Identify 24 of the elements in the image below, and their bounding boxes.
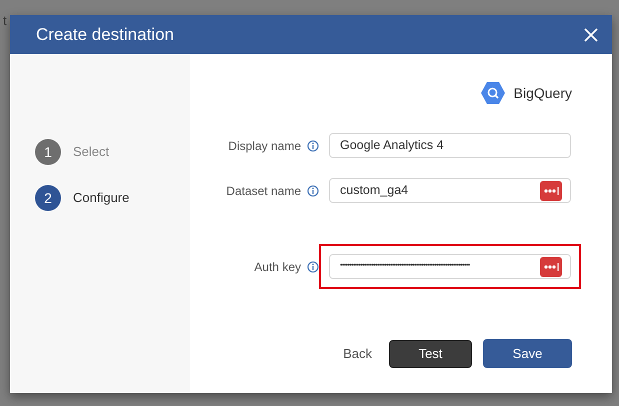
step-label: Select	[73, 143, 110, 162]
input-field[interactable]: custom_ga4	[329, 178, 571, 203]
dialog-title: Create destination	[36, 24, 174, 46]
field-label: Auth key	[254, 258, 301, 276]
field-label: Dataset name	[226, 182, 301, 200]
close-icon[interactable]	[584, 28, 598, 42]
background-text: t	[3, 14, 7, 28]
step-label: Configure	[73, 189, 130, 208]
input-field[interactable]: Google Analytics 4	[329, 133, 571, 158]
field-value: custom_ga4	[340, 182, 410, 200]
action-button[interactable]: Test	[389, 340, 472, 368]
back-link[interactable]: Back	[341, 344, 374, 364]
hexagon-magnifier-icon	[480, 81, 506, 105]
step-number: 1	[35, 139, 61, 165]
field-label: Display name	[228, 138, 301, 154]
action-button[interactable]: Save	[483, 339, 572, 368]
info-icon[interactable]	[307, 140, 319, 152]
step-number: 2	[35, 185, 61, 211]
info-icon[interactable]	[307, 184, 319, 196]
password-manager-icon[interactable]	[540, 180, 562, 200]
field-value: Google Analytics 4	[340, 137, 445, 154]
password-manager-icon[interactable]	[540, 256, 562, 276]
info-icon[interactable]	[307, 260, 319, 272]
destination-name: BigQuery	[514, 84, 572, 103]
